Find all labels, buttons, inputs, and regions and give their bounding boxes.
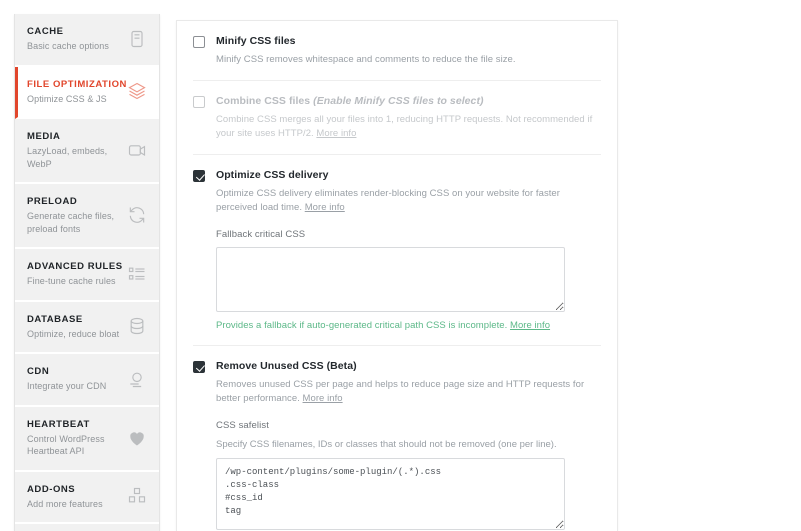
minify-css-checkbox[interactable]: [193, 36, 205, 48]
option-header: Remove Unused CSS (Beta): [193, 360, 601, 373]
sidebar-item-heartbeat[interactable]: HEARTBEAT Control WordPress Heartbeat AP…: [15, 406, 159, 472]
option-header: Optimize CSS delivery: [193, 169, 601, 182]
sidebar-item-title: CDN: [27, 366, 50, 377]
sidebar-item-text: ADD-ONS Add more features: [27, 483, 103, 511]
css-safelist-textarea[interactable]: [216, 458, 565, 530]
sidebar-item-text: HEARTBEAT Control WordPress Heartbeat AP…: [27, 418, 121, 458]
fallback-critical-css-label: Fallback critical CSS: [216, 229, 306, 240]
sidebar-item-cloudflare[interactable]: Cloudflare: [15, 524, 159, 531]
settings-sidebar: CACHE Basic cache options FILE OPTIMIZAT…: [14, 14, 160, 531]
fallback-more-info-link[interactable]: More info: [510, 320, 550, 331]
combine-css-more-info-link[interactable]: More info: [316, 128, 356, 139]
optimize-css-delivery-description-text: Optimize CSS delivery eliminates render-…: [216, 188, 560, 213]
heart-pulse-icon: [127, 428, 147, 448]
sidebar-item-subtitle: Add more features: [27, 498, 103, 509]
option-remove-unused-css: Remove Unused CSS (Beta) Removes unused …: [193, 346, 601, 531]
combine-css-label: Combine CSS files (Enable Minify CSS fil…: [216, 95, 484, 108]
sidebar-item-text: CACHE Basic cache options: [27, 25, 109, 53]
sidebar-item-text: FILE OPTIMIZATION Optimize CSS & JS: [27, 78, 127, 106]
sidebar-item-subtitle: Integrate your CDN: [27, 381, 107, 391]
remove-unused-css-more-info-link[interactable]: More info: [303, 393, 343, 404]
sidebar-item-subtitle: Optimize, reduce bloat: [27, 328, 120, 339]
sidebar-item-text: ADVANCED RULES Fine-tune cache rules: [27, 260, 123, 288]
media-icon: [127, 140, 147, 160]
sidebar-item-preload[interactable]: PRELOAD Generate cache files, preload fo…: [15, 184, 159, 249]
fallback-critical-css-hint: Provides a fallback if auto-generated cr…: [193, 319, 601, 332]
sidebar-item-title: DATABASE: [27, 313, 83, 325]
combine-css-description: Combine CSS merges all your files into 1…: [193, 113, 601, 141]
sidebar-item-title: CACHE: [27, 26, 64, 37]
combine-css-description-text: Combine CSS merges all your files into 1…: [216, 114, 593, 139]
sidebar-item-text: MEDIA LazyLoad, embeds, WebP: [27, 130, 121, 170]
sidebar-item-media[interactable]: MEDIA LazyLoad, embeds, WebP: [15, 119, 159, 184]
sidebar-item-title: PRELOAD: [27, 196, 78, 207]
sidebar-item-file-optimization[interactable]: FILE OPTIMIZATION Optimize CSS & JS: [15, 66, 159, 119]
sidebar-item-title: HEARTBEAT: [27, 418, 90, 430]
sidebar-item-subtitle: Basic cache options: [27, 41, 109, 51]
sidebar-item-cdn[interactable]: CDN Integrate your CDN: [15, 354, 159, 407]
minify-css-description: Minify CSS removes whitespace and commen…: [216, 54, 516, 65]
sidebar-item-cache[interactable]: CACHE Basic cache options: [15, 14, 159, 67]
combine-css-label-note: (Enable Minify CSS files to select): [313, 95, 484, 107]
optimize-css-delivery-description: Optimize CSS delivery eliminates render-…: [193, 187, 601, 215]
database-icon: [127, 316, 147, 336]
sidebar-item-subtitle: Generate cache files, preload fonts: [27, 211, 115, 234]
fallback-critical-css-textarea[interactable]: [216, 247, 565, 312]
fallback-critical-css-field: Fallback critical CSS: [193, 228, 601, 312]
document-icon: [127, 29, 147, 49]
css-safelist-field: CSS safelist Specify CSS filenames, IDs …: [193, 419, 601, 530]
cdn-icon: [127, 369, 147, 389]
combine-css-label-main: Combine CSS files: [216, 95, 314, 107]
sidebar-item-subtitle: Optimize CSS & JS: [27, 93, 107, 104]
sidebar-item-subtitle: Fine-tune cache rules: [27, 276, 116, 286]
remove-unused-css-description-text: Removes unused CSS per page and helps to…: [216, 379, 585, 404]
file-optimization-page: CACHE Basic cache options FILE OPTIMIZAT…: [0, 0, 801, 531]
sidebar-item-title: ADD-ONS: [27, 483, 76, 495]
sidebar-item-title: FILE OPTIMIZATION: [27, 78, 127, 90]
sidebar-item-text: CDN Integrate your CDN: [27, 365, 106, 393]
minify-css-label[interactable]: Minify CSS files: [216, 35, 296, 48]
sidebar-item-title: MEDIA: [27, 131, 61, 142]
remove-unused-css-checkbox[interactable]: [193, 361, 205, 373]
combine-css-checkbox[interactable]: [193, 96, 205, 108]
layers-icon: [127, 81, 147, 101]
sidebar-item-title: ADVANCED RULES: [27, 261, 123, 272]
optimize-css-delivery-label[interactable]: Optimize CSS delivery: [216, 169, 329, 182]
sidebar-item-database[interactable]: DATABASE Optimize, reduce bloat: [15, 301, 159, 354]
option-header: Minify CSS files: [193, 35, 601, 48]
option-header: Combine CSS files (Enable Minify CSS fil…: [193, 95, 601, 108]
refresh-icon: [127, 205, 147, 225]
optimize-css-delivery-checkbox[interactable]: [193, 170, 205, 182]
list-icon: [127, 264, 147, 284]
optimize-css-delivery-more-info-link[interactable]: More info: [305, 202, 345, 213]
sidebar-item-text: DATABASE Optimize, reduce bloat: [27, 313, 119, 341]
fallback-hint-text: Provides a fallback if auto-generated cr…: [216, 320, 510, 331]
option-combine-css: Combine CSS files (Enable Minify CSS fil…: [193, 81, 601, 155]
option-optimize-css-delivery: Optimize CSS delivery Optimize CSS deliv…: [193, 155, 601, 346]
sidebar-item-text: PRELOAD Generate cache files, preload fo…: [27, 195, 121, 235]
option-minify-css: Minify CSS files Minify CSS removes whit…: [193, 21, 601, 81]
file-optimization-panel: Minify CSS files Minify CSS removes whit…: [176, 20, 618, 531]
sidebar-item-add-ons[interactable]: ADD-ONS Add more features: [15, 471, 159, 524]
remove-unused-css-description: Removes unused CSS per page and helps to…: [193, 378, 601, 406]
sidebar-item-subtitle: LazyLoad, embeds, WebP: [27, 146, 108, 169]
sidebar-item-subtitle: Control WordPress Heartbeat API: [27, 433, 105, 457]
addons-icon: [127, 486, 147, 506]
css-safelist-description: Specify CSS filenames, IDs or classes th…: [216, 439, 557, 450]
css-safelist-label: CSS safelist: [216, 420, 269, 431]
sidebar-item-advanced-rules[interactable]: ADVANCED RULES Fine-tune cache rules: [15, 249, 159, 302]
remove-unused-css-label[interactable]: Remove Unused CSS (Beta): [216, 360, 357, 373]
